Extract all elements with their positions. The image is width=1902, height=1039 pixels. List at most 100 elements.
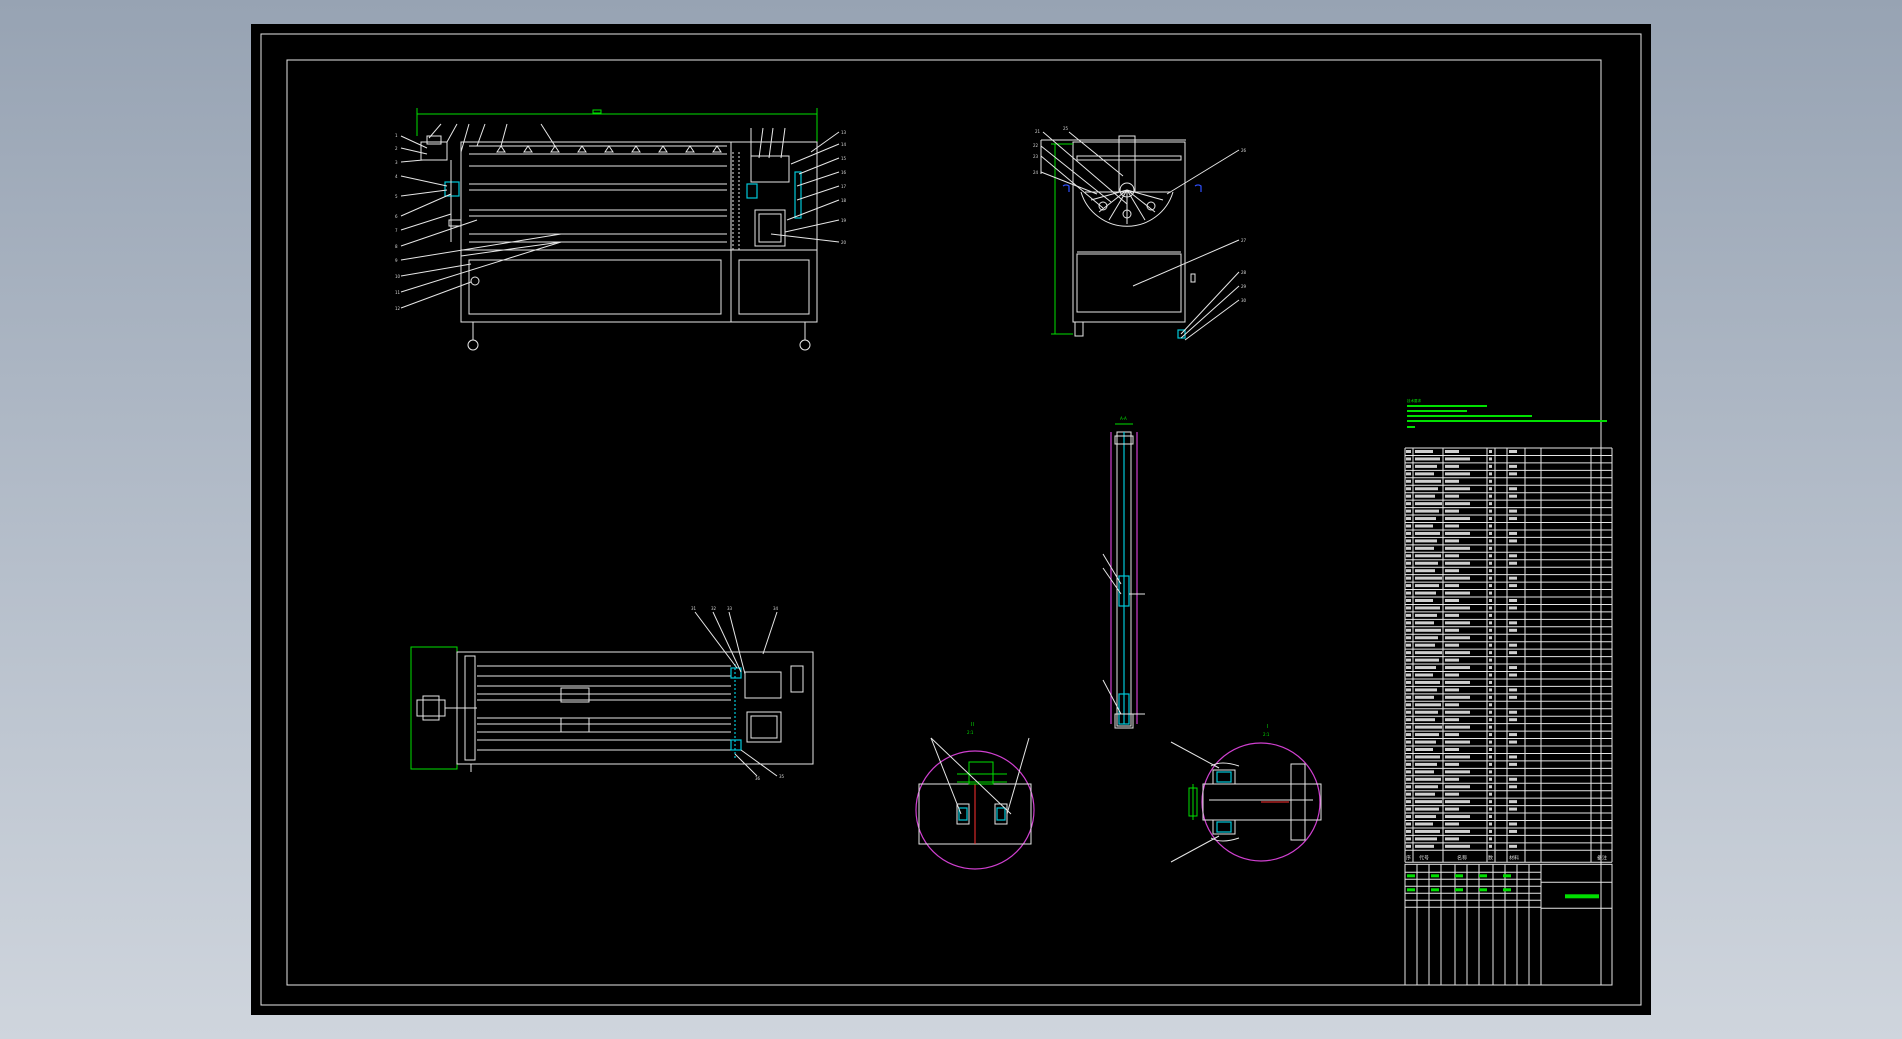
row-name xyxy=(1445,740,1470,744)
row-name xyxy=(1445,554,1459,558)
row-name xyxy=(1445,569,1459,573)
svg-text:24: 24 xyxy=(1033,170,1039,175)
row-number xyxy=(1406,472,1411,476)
row-name xyxy=(1445,680,1470,684)
svg-text:18: 18 xyxy=(841,198,847,203)
svg-text:II: II xyxy=(971,722,974,728)
row-material xyxy=(1509,666,1517,670)
row-name xyxy=(1445,524,1459,528)
row-name xyxy=(1445,643,1459,647)
row-number xyxy=(1406,822,1411,826)
row-qty xyxy=(1489,718,1492,722)
row-material xyxy=(1509,710,1517,714)
row-code xyxy=(1415,472,1434,476)
row-qty xyxy=(1489,755,1492,759)
svg-text:34: 34 xyxy=(773,606,779,611)
row-material xyxy=(1509,554,1517,558)
row-name xyxy=(1445,770,1470,774)
row-qty xyxy=(1489,680,1492,684)
row-qty xyxy=(1489,829,1492,833)
row-number xyxy=(1406,517,1411,521)
row-code xyxy=(1415,703,1441,707)
row-material xyxy=(1509,740,1517,744)
row-name xyxy=(1445,502,1470,506)
row-number xyxy=(1406,762,1411,766)
row-number xyxy=(1406,487,1411,491)
row-qty xyxy=(1489,800,1492,804)
row-name xyxy=(1445,829,1470,833)
svg-text:10: 10 xyxy=(395,274,401,279)
row-number xyxy=(1406,494,1411,498)
row-number xyxy=(1406,651,1411,655)
row-number xyxy=(1406,725,1411,729)
row-code xyxy=(1415,643,1435,647)
row-qty xyxy=(1489,457,1492,461)
title-block-field xyxy=(1407,888,1415,892)
svg-text:15: 15 xyxy=(841,156,847,161)
row-code xyxy=(1415,457,1440,461)
svg-text:2: 2 xyxy=(395,146,398,151)
row-material xyxy=(1509,777,1517,781)
row-code xyxy=(1415,539,1437,543)
row-number xyxy=(1406,636,1411,640)
inner-frame xyxy=(286,59,1602,986)
row-material xyxy=(1509,844,1517,848)
row-name xyxy=(1445,800,1470,804)
row-material xyxy=(1509,718,1517,722)
row-qty xyxy=(1489,464,1492,468)
technical-notes: 技术要求 xyxy=(1407,398,1607,428)
top-view: 31 32 33 34 35 36 xyxy=(410,606,814,781)
row-number xyxy=(1406,643,1411,647)
row-code xyxy=(1415,450,1433,453)
row-number xyxy=(1406,792,1411,796)
cad-viewport[interactable]: 1234 5678 9 10 11 12 13 14 15 16 17 18 19 20 xyxy=(0,0,1902,1039)
row-qty xyxy=(1489,546,1492,550)
row-qty xyxy=(1489,621,1492,625)
row-name xyxy=(1445,636,1470,640)
row-qty xyxy=(1489,748,1492,751)
row-number xyxy=(1406,680,1411,684)
row-qty xyxy=(1489,703,1492,707)
svg-text:19: 19 xyxy=(841,218,847,223)
row-material xyxy=(1509,561,1517,565)
row-qty xyxy=(1489,785,1492,789)
row-number xyxy=(1406,591,1411,595)
svg-text:21: 21 xyxy=(1035,129,1041,134)
table-header-cell: 名称 xyxy=(1457,854,1467,861)
row-number xyxy=(1406,777,1411,781)
title-block-field xyxy=(1479,874,1487,878)
row-code xyxy=(1415,561,1438,565)
svg-text:32: 32 xyxy=(711,606,717,611)
title-block-field xyxy=(1431,888,1439,892)
row-qty xyxy=(1489,695,1492,699)
svg-text:2:1: 2:1 xyxy=(1263,732,1270,737)
row-material xyxy=(1509,807,1517,811)
row-qty xyxy=(1489,599,1492,602)
svg-text:17: 17 xyxy=(841,184,847,189)
svg-text:30: 30 xyxy=(1241,298,1247,303)
row-name xyxy=(1445,844,1470,848)
row-material xyxy=(1509,755,1517,759)
row-qty xyxy=(1489,502,1492,506)
svg-text:20: 20 xyxy=(841,240,847,245)
svg-text:1: 1 xyxy=(395,133,398,138)
row-name xyxy=(1445,777,1459,781)
row-name xyxy=(1445,628,1459,632)
row-name xyxy=(1445,546,1470,550)
title-block-field xyxy=(1431,874,1439,878)
row-number xyxy=(1406,531,1411,535)
row-qty xyxy=(1489,539,1492,543)
row-number xyxy=(1406,703,1411,707)
row-qty xyxy=(1489,688,1492,692)
row-qty xyxy=(1489,569,1492,573)
detail-view-1: II 2:1 xyxy=(915,722,1035,870)
row-qty xyxy=(1489,554,1492,558)
row-code xyxy=(1415,762,1437,766)
row-material xyxy=(1509,695,1517,699)
row-name xyxy=(1445,815,1470,819)
row-code xyxy=(1415,688,1437,692)
svg-text:11: 11 xyxy=(395,290,401,295)
row-number xyxy=(1406,844,1411,848)
row-material xyxy=(1509,531,1517,535)
svg-text:3: 3 xyxy=(395,160,398,165)
